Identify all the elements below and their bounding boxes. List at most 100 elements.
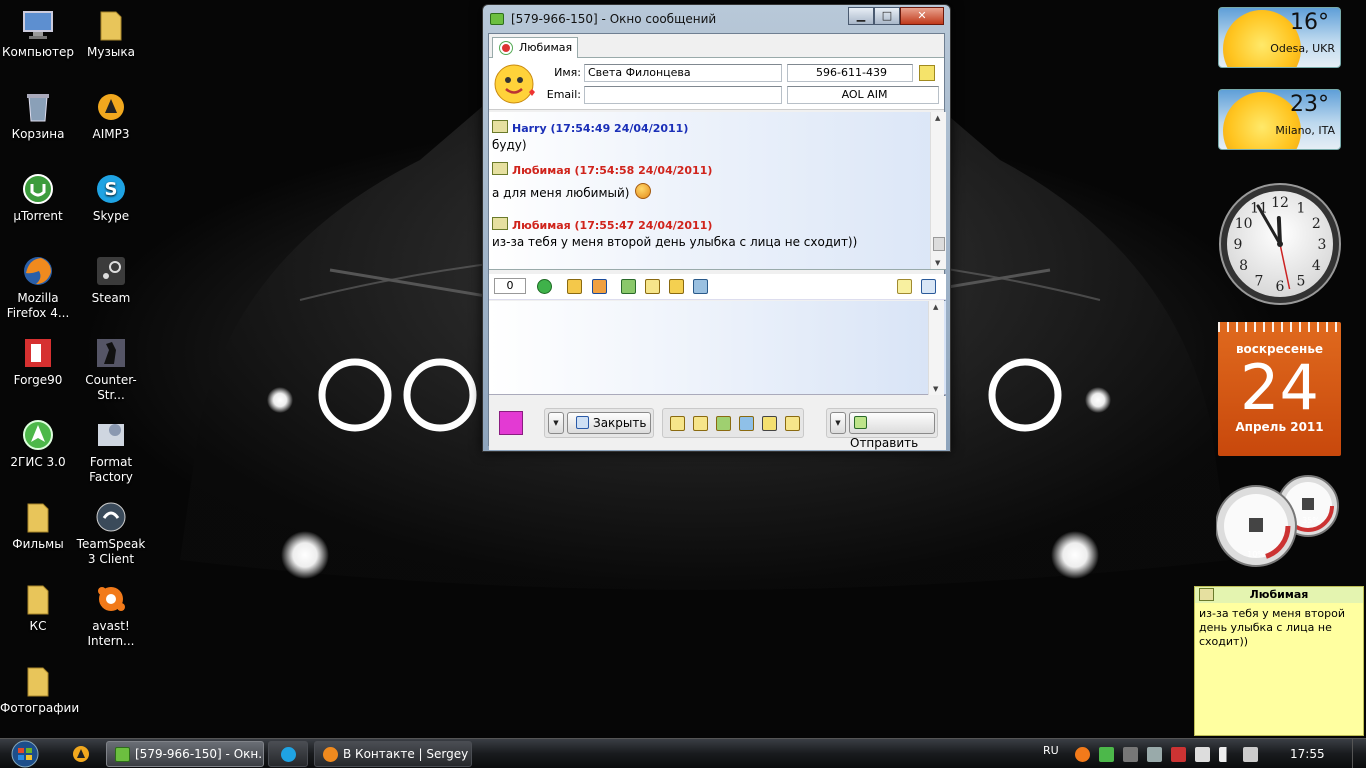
desktop-icon-firefox[interactable]: Mozilla Firefox 4... <box>0 254 76 321</box>
desktop-icon-photos[interactable]: Фотографии <box>0 664 80 716</box>
window-controls: ▁ □ ✕ <box>848 7 944 25</box>
scroll-down-icon[interactable]: ▼ <box>933 385 938 393</box>
signal-tray-icon[interactable] <box>1219 747 1234 762</box>
maximize-button[interactable]: □ <box>874 7 900 25</box>
desktop-icon-films[interactable]: Фильмы <box>0 500 76 552</box>
bottom-action-bar: ▼ Закрыть ▼ Отправить <box>489 396 946 450</box>
close-dropdown-button[interactable]: ▼ <box>548 412 564 434</box>
history-icon[interactable] <box>669 279 684 294</box>
translit-icon[interactable] <box>716 416 731 431</box>
taskbar-button-browser[interactable]: В Контакте | Sergey ... <box>314 741 472 767</box>
weather-gadget[interactable]: 23° Milano, ITA <box>1218 89 1341 150</box>
usb-tray-icon[interactable] <box>1195 747 1210 762</box>
clock-time[interactable]: 17:55 <box>1290 747 1325 761</box>
desktop-icon-2gis[interactable]: 2ГИС 3.0 <box>0 418 76 470</box>
clock-number: 9 <box>1234 237 1243 253</box>
contact-details-icon[interactable] <box>693 279 708 294</box>
desktop-icon-aimp3[interactable]: AIMP3 <box>73 90 149 142</box>
message-window[interactable]: [579-966-150] - Окно сообщений ▁ □ ✕ Люб… <box>482 4 951 452</box>
message-template-icon[interactable] <box>693 416 708 431</box>
desktop-icon-forge90[interactable]: Forge90 <box>0 336 76 388</box>
spellcheck-icon[interactable] <box>739 416 754 431</box>
steam-tray-icon[interactable] <box>1123 747 1138 762</box>
notify-icon[interactable] <box>785 416 800 431</box>
clock-gadget[interactable]: 123456789101112 <box>1218 182 1342 306</box>
message-text: а для меня любимый) <box>492 186 630 200</box>
scroll-down-icon[interactable]: ▼ <box>935 259 940 267</box>
tool-tray-icon[interactable] <box>1147 747 1162 762</box>
clock-number: 5 <box>1297 273 1306 289</box>
scroll-up-icon[interactable]: ▲ <box>935 114 940 122</box>
contact-email-field[interactable] <box>584 86 782 104</box>
desktop-icon-avast[interactable]: avast! Intern... <box>73 582 149 649</box>
taskbar-button-skype[interactable] <box>268 741 308 767</box>
send-button[interactable]: Отправить <box>849 412 935 450</box>
message-history[interactable]: Harry (17:54:49 24/04/2011) буду) Любима… <box>489 112 946 270</box>
user-info-icon[interactable] <box>919 65 935 81</box>
format-factory-icon <box>98 424 124 446</box>
desktop-icon-utorrent[interactable]: µTorrent <box>0 172 76 224</box>
font-color-icon[interactable] <box>592 279 607 294</box>
weather-gadget[interactable]: 16° Odesa, UKR <box>1218 7 1341 68</box>
send-dropdown-button[interactable]: ▼ <box>830 412 846 434</box>
window-titlebar[interactable]: [579-966-150] - Окно сообщений ▁ □ ✕ <box>483 5 950 31</box>
desktop-icon-counter-strike[interactable]: Counter-Str... <box>73 336 149 403</box>
history-scrollbar[interactable]: ▲ ▼ <box>930 112 946 269</box>
desktop-icon-music[interactable]: Музыка <box>73 8 149 60</box>
send-file-icon[interactable] <box>645 279 660 294</box>
desktop-icon-recycle-bin[interactable]: Корзина <box>0 90 76 142</box>
tab-bar: Любимая <box>489 34 944 58</box>
desktop-icon-skype[interactable]: S Skype <box>73 172 149 224</box>
text-format-icon[interactable] <box>567 279 582 294</box>
quote-icon[interactable] <box>670 416 685 431</box>
language-indicator[interactable]: RU <box>1043 744 1059 757</box>
scroll-up-icon[interactable]: ▲ <box>933 303 938 311</box>
teamspeak-icon <box>96 502 126 532</box>
clover-tray-icon[interactable] <box>1099 747 1114 762</box>
contact-name-field[interactable]: Света Филонцева <box>584 64 782 82</box>
send-button-label: Отправить <box>850 436 919 450</box>
icon-label: Музыка <box>87 45 135 59</box>
desktop-icon-steam[interactable]: Steam <box>73 254 149 306</box>
desktop-icon-ks[interactable]: КС <box>0 582 76 634</box>
send-on-enter-icon[interactable] <box>762 416 777 431</box>
history-message: Harry (17:54:49 24/04/2011) буду) <box>492 120 688 152</box>
scroll-thumb[interactable] <box>933 237 945 251</box>
calendar-gadget[interactable]: воскресенье 24 Апрель 2011 <box>1218 322 1341 456</box>
tab-contact[interactable]: Любимая <box>492 37 578 58</box>
taskbar-button-messages[interactable]: [579-966-150] - Окн... <box>106 741 264 767</box>
close-tab-icon[interactable] <box>921 279 936 294</box>
desktop-icon-format-factory[interactable]: Format Factory <box>73 418 149 485</box>
message-input[interactable] <box>489 301 946 395</box>
note-icon[interactable] <box>897 279 912 294</box>
show-desktop-button[interactable] <box>1352 739 1366 768</box>
avatar <box>494 64 535 104</box>
close-button[interactable]: Закрыть <box>567 412 651 434</box>
icon-label: Counter-Str... <box>85 373 137 402</box>
message-popup-note[interactable]: Любимая из-за тебя у меня второй день ул… <box>1194 586 1364 736</box>
steam-icon <box>97 257 125 285</box>
clock-number: 3 <box>1318 237 1327 253</box>
svg-text:S: S <box>105 179 118 200</box>
close-button-group: ▼ Закрыть <box>544 408 654 438</box>
icon-label: Компьютер <box>2 45 74 59</box>
cpu-meter-gadget[interactable]: 35% 10% <box>1216 474 1342 570</box>
input-scrollbar[interactable]: ▲ ▼ <box>928 301 944 395</box>
weather-temperature: 16° <box>1290 10 1329 35</box>
minimize-button[interactable]: ▁ <box>848 7 874 25</box>
save-icon[interactable] <box>621 279 636 294</box>
icon-label: Фотографии <box>0 701 80 715</box>
insert-smiley-icon[interactable] <box>499 411 523 435</box>
start-button[interactable] <box>4 740 46 768</box>
smileys-icon[interactable] <box>537 279 552 294</box>
desktop-icon-computer[interactable]: Компьютер <box>0 8 76 60</box>
contact-uin-field[interactable]: 596-611-439 <box>787 64 913 82</box>
note-text: из-за тебя у меня второй день улыбка с л… <box>1199 607 1345 648</box>
avast-tray-icon[interactable] <box>1075 747 1090 762</box>
desktop-icon-teamspeak[interactable]: TeamSpeak 3 Client <box>73 500 149 567</box>
contact-protocol-field[interactable]: AOL AIM <box>787 86 939 104</box>
volume-icon[interactable] <box>1243 747 1258 762</box>
network-error-tray-icon[interactable] <box>1171 747 1186 762</box>
aimp-quicklaunch-icon[interactable] <box>72 745 90 763</box>
close-window-button[interactable]: ✕ <box>900 7 944 25</box>
